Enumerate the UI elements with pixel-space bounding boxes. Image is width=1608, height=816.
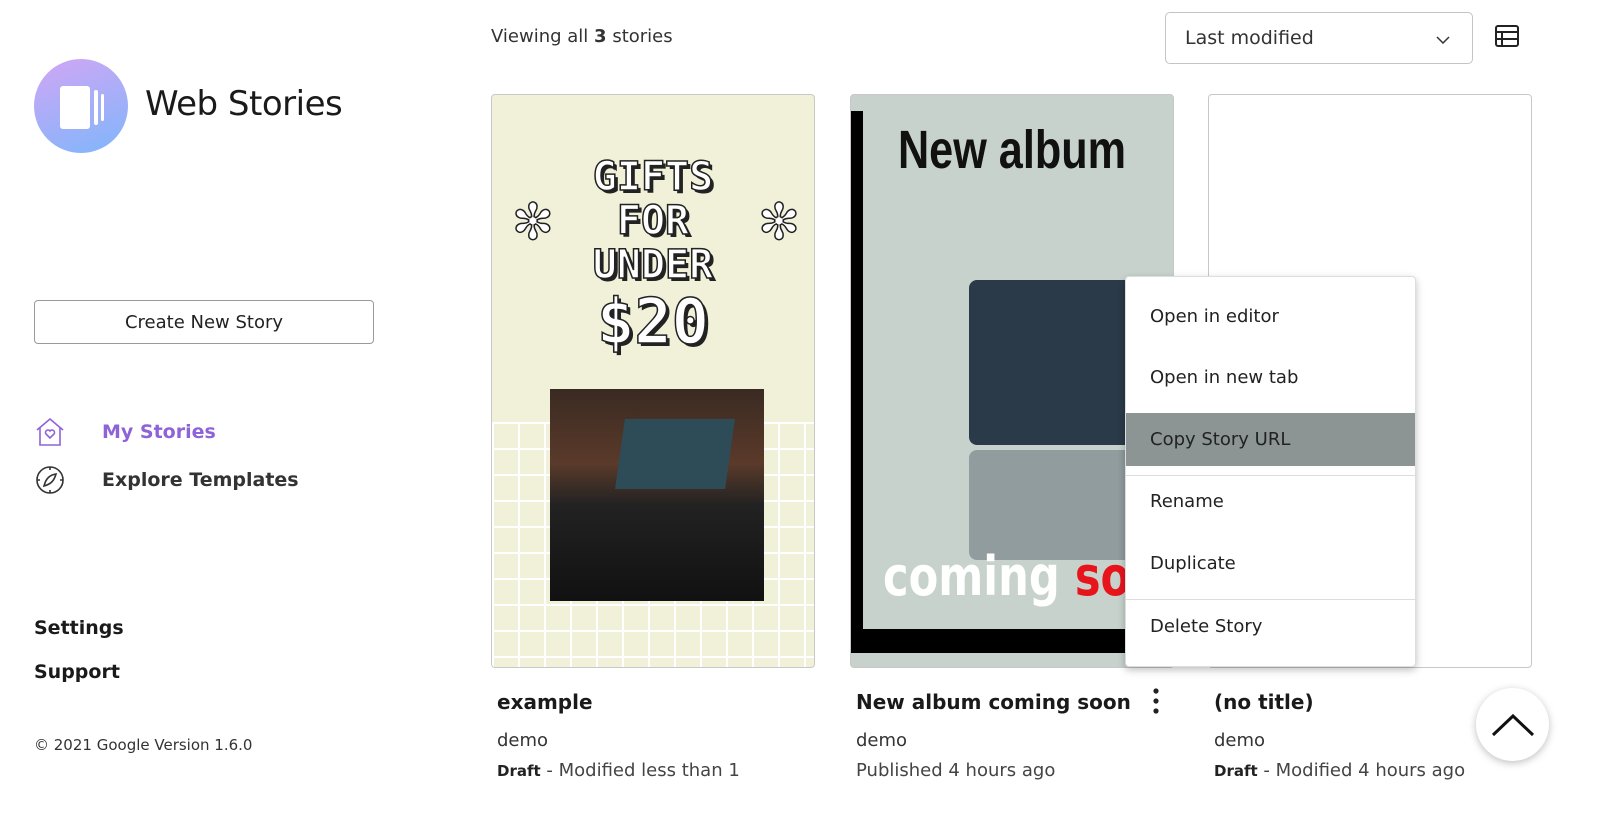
compass-icon <box>36 466 64 494</box>
menu-item-delete-story[interactable]: Delete Story <box>1126 600 1415 653</box>
create-new-story-button[interactable]: Create New Story <box>34 300 374 344</box>
menu-item-open-in-new-tab[interactable]: Open in new tab <box>1126 351 1415 404</box>
story-status: Draft - Modified less than 1 <box>497 760 740 781</box>
sidebar-item-label: My Stories <box>102 421 216 443</box>
list-view-icon[interactable] <box>1495 25 1519 51</box>
chevron-down-icon <box>1436 27 1450 49</box>
sort-dropdown[interactable]: Last modified <box>1165 12 1473 64</box>
viewing-count: Viewing all 3 stories <box>491 26 673 47</box>
studio-photo <box>550 389 764 601</box>
sidebar-item-explore-templates[interactable]: Explore Templates <box>34 464 299 496</box>
story-title[interactable]: (no title) <box>1214 690 1314 714</box>
more-options-icon[interactable] <box>1150 688 1162 718</box>
poster-text: $20 <box>596 285 709 358</box>
poster-text: coming <box>883 545 1060 608</box>
story-author: demo <box>856 730 908 751</box>
story-status: Published 4 hours ago <box>856 760 1056 781</box>
sidebar-item-my-stories[interactable]: My Stories <box>34 416 216 448</box>
support-link[interactable]: Support <box>34 661 120 683</box>
home-heart-icon <box>36 417 64 446</box>
menu-item-copy-story-url[interactable]: Copy Story URL <box>1126 413 1415 466</box>
chevron-up-icon <box>1491 713 1534 736</box>
story-author: demo <box>497 730 549 751</box>
sort-value: Last modified <box>1185 27 1314 49</box>
story-context-menu: Open in editor Open in new tab Copy Stor… <box>1125 276 1416 667</box>
app-title: Web Stories <box>145 84 343 124</box>
poster-text: New album <box>897 120 1127 180</box>
web-stories-logo <box>34 59 128 153</box>
story-title[interactable]: example <box>497 690 593 714</box>
story-title[interactable]: New album coming soon <box>856 690 1131 714</box>
menu-item-rename[interactable]: Rename <box>1126 475 1415 528</box>
footer-version: © 2021 Google Version 1.6.0 <box>34 736 253 754</box>
sidebar-item-label: Explore Templates <box>102 469 299 491</box>
story-card-thumbnail[interactable]: GIFTS FOR UNDER $20 ✻ ✻ <box>491 94 815 668</box>
menu-item-duplicate[interactable]: Duplicate <box>1126 537 1415 590</box>
menu-item-open-in-editor[interactable]: Open in editor <box>1126 290 1415 343</box>
settings-link[interactable]: Settings <box>34 617 124 639</box>
story-status: Draft - Modified 4 hours ago <box>1214 760 1466 781</box>
story-author: demo <box>1214 730 1266 751</box>
scroll-to-top-button[interactable] <box>1476 688 1549 761</box>
